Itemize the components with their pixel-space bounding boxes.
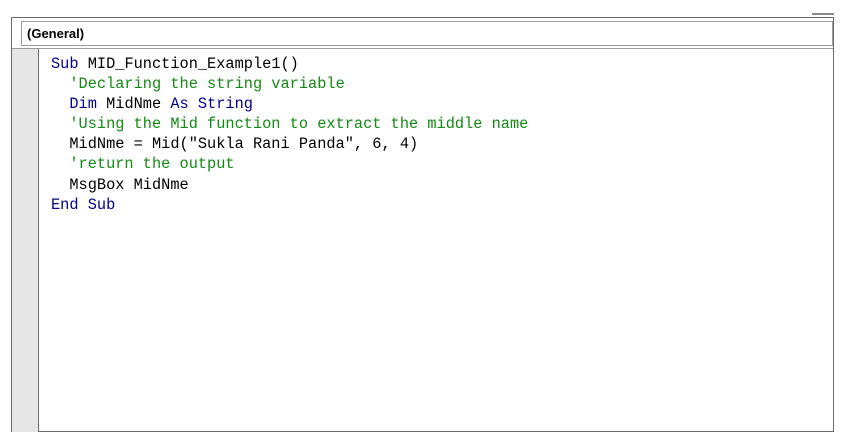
code-line[interactable]: MsgBox MidNme bbox=[51, 175, 528, 195]
code-comment: 'return the output bbox=[69, 155, 235, 174]
code-line[interactable]: End Sub bbox=[51, 195, 528, 215]
code-token: MidNme = Mid("Sukla Rani Panda", 6, 4) bbox=[69, 135, 419, 154]
code-text[interactable]: Sub MID_Function_Example1() 'Declaring t… bbox=[51, 54, 528, 215]
vba-code-window: (General) Sub MID_Function_Example1() 'D… bbox=[11, 17, 834, 432]
code-keyword: String bbox=[197, 95, 253, 114]
code-line[interactable]: 'return the output bbox=[51, 154, 528, 174]
code-line[interactable]: MidNme = Mid("Sukla Rani Panda", 6, 4) bbox=[51, 134, 528, 154]
code-keyword: Sub bbox=[51, 55, 79, 73]
code-keyword: End Sub bbox=[51, 195, 116, 214]
code-token: MidNme bbox=[96, 95, 171, 114]
object-dropdown[interactable]: (General) bbox=[21, 21, 833, 46]
code-line[interactable]: 'Using the Mid function to extract the m… bbox=[51, 114, 528, 134]
code-token: MsgBox MidNme bbox=[69, 175, 189, 194]
code-line[interactable]: 'Declaring the string variable bbox=[51, 74, 528, 94]
code-comment: 'Using the Mid function to extract the m… bbox=[69, 115, 529, 134]
code-keyword: Dim bbox=[69, 95, 97, 114]
code-keyword: As bbox=[170, 95, 189, 114]
object-dropdown-label: (General) bbox=[27, 26, 85, 41]
code-line[interactable]: Sub MID_Function_Example1() bbox=[51, 54, 528, 74]
code-token: MID_Function_Example1() bbox=[78, 55, 299, 73]
margin-indicator-bar[interactable] bbox=[12, 49, 39, 432]
code-editor[interactable]: Sub MID_Function_Example1() 'Declaring t… bbox=[12, 48, 833, 432]
code-comment: 'Declaring the string variable bbox=[69, 75, 345, 94]
code-line[interactable]: Dim MidNme As String bbox=[51, 94, 528, 114]
window-top-edge bbox=[812, 13, 834, 15]
